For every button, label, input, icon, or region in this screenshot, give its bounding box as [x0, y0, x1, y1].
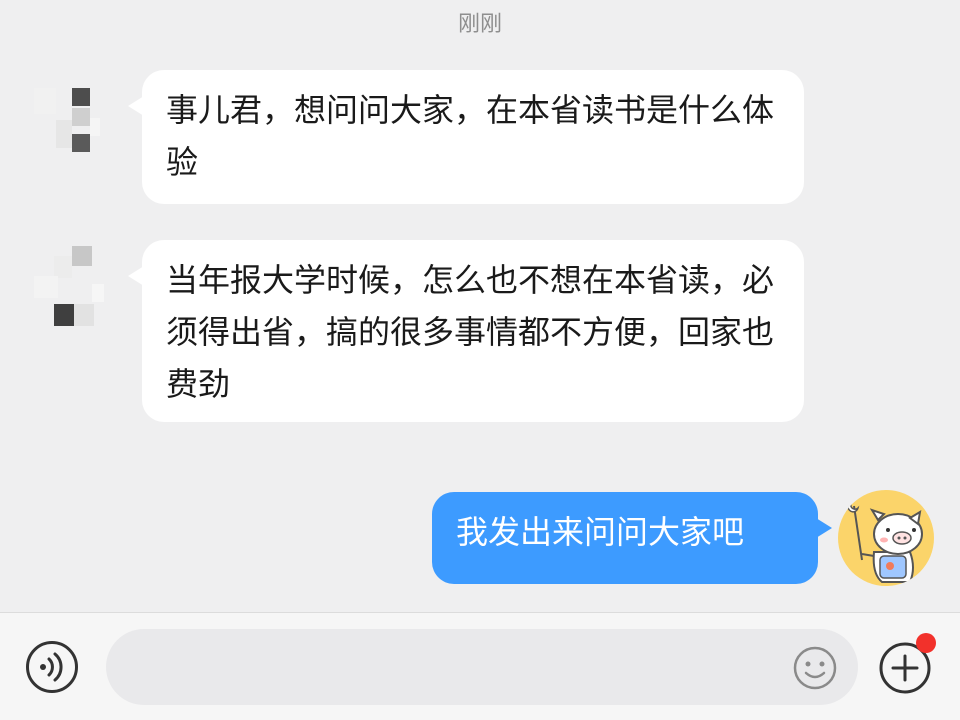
message-text: 当年报大学时候，怎么也不想在本省读，必须得出省，搞的很多事情都不方便，回家也费劲 [166, 261, 775, 403]
message-text: 我发出来问问大家吧 [456, 513, 745, 551]
outgoing-message-bubble[interactable]: 我发出来问问大家吧 [432, 492, 832, 584]
message-input[interactable] [106, 629, 858, 705]
incoming-message-bubble[interactable]: 当年报大学时候，怎么也不想在本省读，必须得出省，搞的很多事情都不方便，回家也费劲 [128, 240, 804, 422]
message-timestamp: 刚刚 [457, 12, 502, 37]
contact-avatar[interactable] [34, 78, 100, 174]
contact-avatar[interactable] [34, 246, 104, 342]
incoming-message-bubble[interactable]: 事儿君，想问问大家，在本省读书是什么体验 [128, 70, 804, 204]
voice-button[interactable] [26, 641, 78, 693]
message-text: 事儿君，想问问大家，在本省读书是什么体验 [166, 91, 775, 181]
input-bar [0, 612, 960, 720]
notification-dot [916, 633, 936, 653]
self-avatar[interactable] [838, 490, 934, 586]
cartoon-pig-icon [847, 500, 923, 583]
emoji-icon [793, 646, 837, 690]
chat-area: 刚刚 事儿君，想问问大家，在本省读书是什么体验 当年报大学时候，怎么也不想在本省… [0, 0, 960, 612]
emoji-button[interactable] [792, 645, 838, 691]
voice-icon [40, 652, 63, 682]
